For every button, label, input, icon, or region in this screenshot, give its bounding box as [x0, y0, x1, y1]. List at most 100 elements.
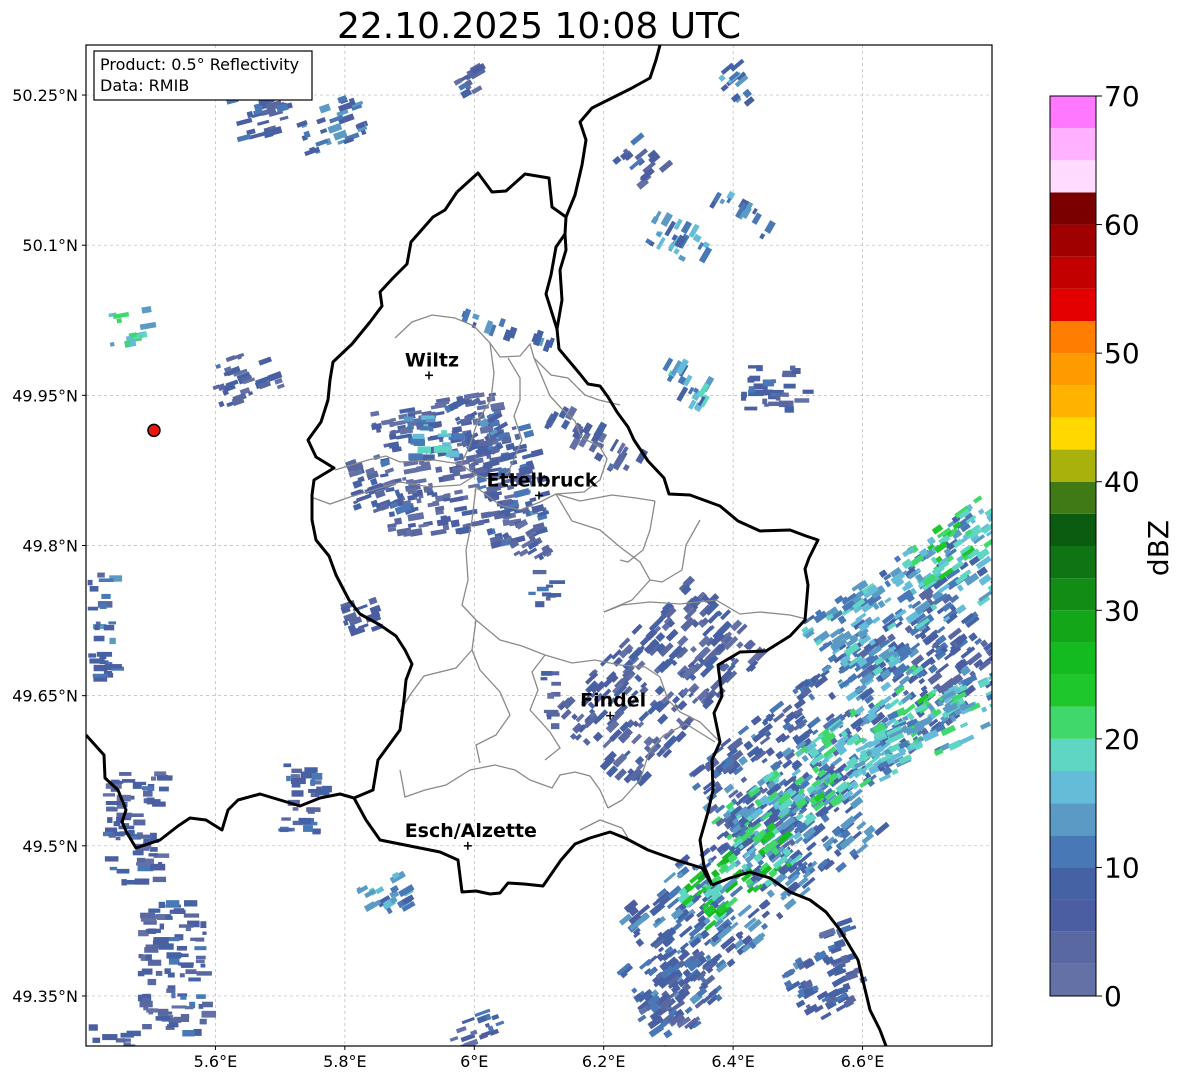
reflectivity-bin — [158, 943, 174, 950]
reflectivity-bin — [299, 817, 311, 825]
reflectivity-bin — [408, 453, 423, 461]
reflectivity-bin — [782, 392, 789, 397]
reflectivity-bin — [183, 900, 198, 907]
reflectivity-bin — [84, 1064, 92, 1067]
reflectivity-bin — [165, 900, 180, 907]
reflectivity-bin — [132, 850, 144, 856]
city-label: Ettelbruck — [487, 469, 598, 491]
lon-tick-label: 6.6°E — [841, 1052, 885, 1071]
reflectivity-bin — [535, 601, 545, 608]
reflectivity-bin — [109, 866, 118, 871]
reflectivity-bin — [105, 664, 122, 669]
reflectivity-bin — [109, 637, 116, 645]
lat-tick-label: 50.25°N — [12, 86, 78, 105]
colorbar-bin — [1050, 192, 1096, 225]
reflectivity-bin — [176, 945, 187, 951]
reflectivity-bin — [202, 931, 207, 935]
reflectivity-bin — [127, 1059, 131, 1063]
reflectivity-bin — [157, 862, 163, 866]
reflectivity-bin — [98, 578, 114, 583]
colorbar-bin — [1050, 353, 1096, 386]
reflectivity-bin — [151, 776, 156, 781]
reflectivity-bin — [89, 586, 99, 592]
reflectivity-bin — [155, 1016, 171, 1021]
reflectivity-bin — [99, 603, 107, 610]
lat-tick-label: 49.65°N — [12, 687, 78, 706]
reflectivity-bin — [92, 1037, 101, 1043]
reflectivity-bin — [188, 977, 201, 982]
reflectivity-bin — [291, 768, 303, 774]
reflectivity-bin — [102, 793, 116, 797]
colorbar-bin — [1050, 867, 1096, 900]
colorbar-bin — [1050, 835, 1096, 868]
reflectivity-bin — [417, 446, 432, 454]
colorbar-tick-label: 40 — [1104, 466, 1140, 499]
colorbar-bin — [1050, 963, 1096, 996]
reflectivity-bin — [142, 1024, 152, 1030]
map-title: 22.10.2025 10:08 UTC — [337, 6, 741, 47]
reflectivity-bin — [119, 772, 132, 776]
info-box: Product: 0.5° Reflectivity Data: RMIB — [93, 50, 313, 101]
reflectivity-bin — [180, 964, 194, 968]
reflectivity-bin — [435, 466, 443, 473]
colorbar-bin — [1050, 417, 1096, 450]
reflectivity-bin — [136, 862, 151, 866]
reflectivity-bin — [425, 418, 435, 423]
reflectivity-bin — [108, 621, 117, 625]
reflectivity-bin — [419, 426, 433, 431]
info-data-source: Data: RMIB — [100, 76, 189, 95]
reflectivity-bin — [124, 1063, 137, 1067]
reflectivity-bin — [998, 683, 1015, 696]
reflectivity-bin — [183, 913, 200, 918]
colorbar-ticks: 0 10 20 30 40 50 60 70 — [1096, 80, 1140, 1013]
reflectivity-bin — [543, 709, 559, 714]
colorbar-tick-label: 50 — [1104, 337, 1140, 370]
reflectivity-bin — [406, 529, 412, 535]
reflectivity-bin — [134, 781, 147, 786]
colorbar-bin — [1050, 674, 1096, 707]
reflectivity-bin — [194, 946, 207, 951]
reflectivity-bin — [784, 406, 794, 413]
colorbar-bin — [1050, 449, 1096, 482]
reflectivity-bin — [141, 786, 154, 791]
radar-site — [147, 423, 161, 438]
reflectivity-bin — [451, 468, 461, 477]
reflectivity-bin — [115, 837, 121, 841]
reflectivity-bin — [502, 519, 510, 527]
reflectivity-bin — [286, 775, 291, 782]
colorbar-bin — [1050, 160, 1096, 193]
reflectivity-bin — [140, 912, 156, 919]
reflectivity-bin — [416, 498, 422, 504]
reflectivity-bin — [155, 970, 163, 976]
reflectivity-bin — [178, 924, 194, 928]
reflectivity-bin — [195, 955, 206, 960]
reflectivity-bin — [166, 1024, 179, 1028]
reflectivity-bin — [308, 788, 318, 793]
reflectivity-bin — [112, 1060, 119, 1064]
reflectivity-bin — [403, 416, 414, 422]
reflectivity-bin — [88, 653, 97, 658]
reflectivity-bin — [146, 1008, 159, 1013]
reflectivity-bin — [107, 1067, 113, 1072]
reflectivity-bin — [546, 584, 554, 588]
reflectivity-bin — [87, 1056, 98, 1062]
reflectivity-bin — [291, 790, 304, 797]
colorbar-bin — [1050, 578, 1096, 611]
colorbar-label: dBZ — [1142, 520, 1175, 576]
lat-tick-label: 49.5°N — [22, 837, 78, 856]
reflectivity-bin — [532, 569, 547, 575]
reflectivity-bin — [783, 383, 796, 389]
colorbar-bin — [1050, 899, 1096, 932]
reflectivity-bin — [153, 937, 169, 945]
reflectivity-bin — [202, 1001, 213, 1008]
reflectivity-bin — [764, 403, 769, 407]
reflectivity-bin — [148, 908, 161, 913]
colorbar-bin — [1050, 96, 1096, 129]
lon-tick-label: 6.4°E — [711, 1052, 755, 1071]
colorbar-tick-label: 70 — [1104, 80, 1140, 113]
lat-tick-label: 50.1°N — [22, 236, 78, 255]
reflectivity-bin — [104, 827, 118, 833]
colorbar-bin — [1050, 288, 1096, 321]
reflectivity-bin — [1009, 577, 1020, 586]
reflectivity-bin — [87, 579, 93, 586]
